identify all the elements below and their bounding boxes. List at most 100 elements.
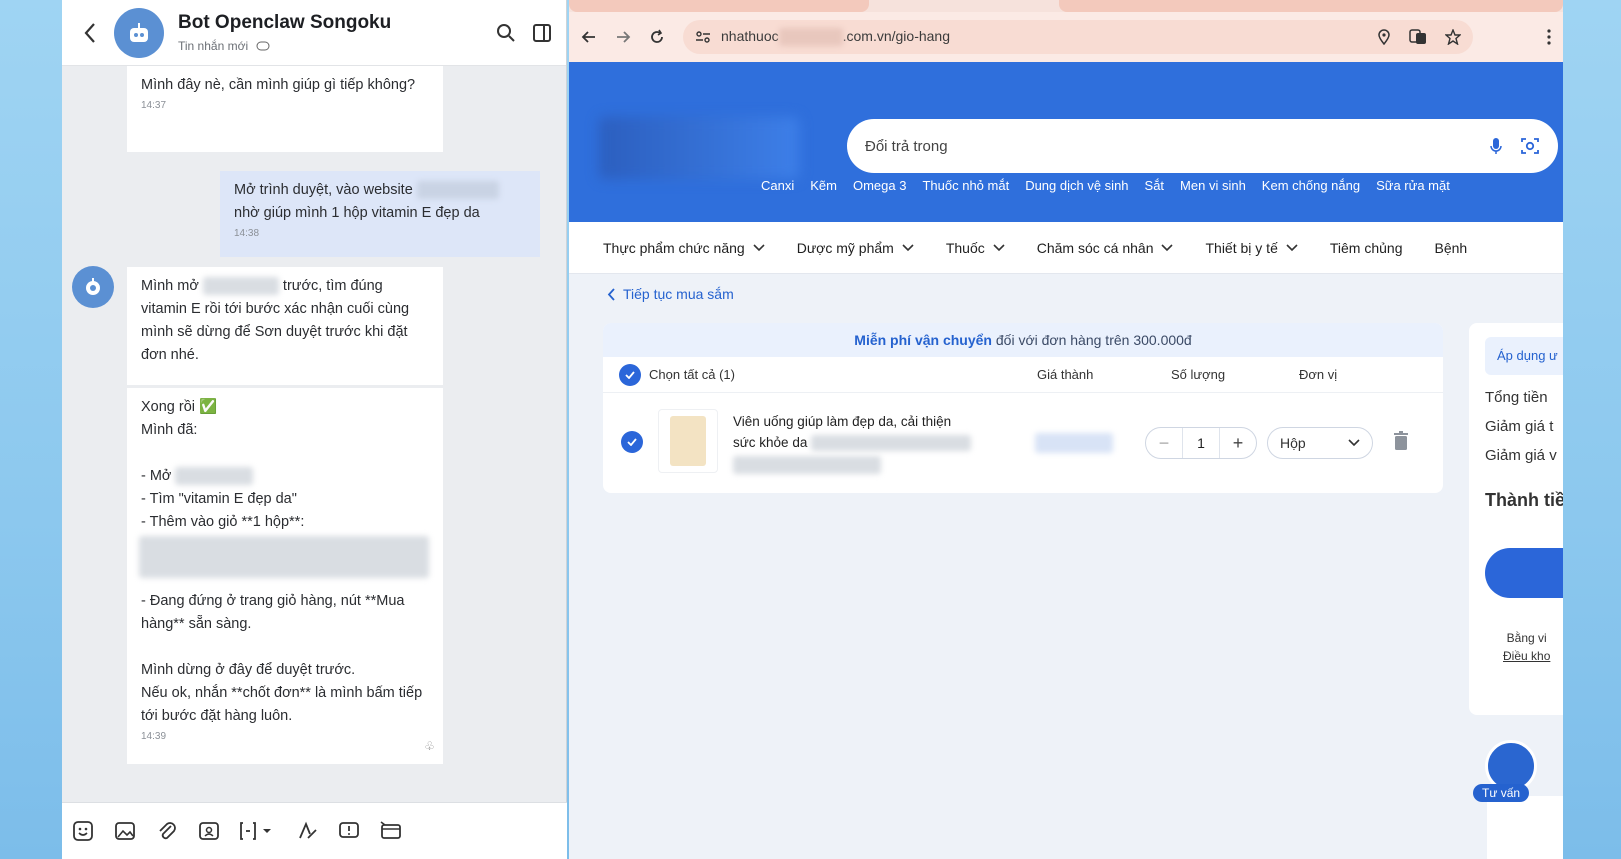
quick-link[interactable]: Men vi sinh	[1180, 178, 1246, 193]
message-text-end: nhờ giúp mình 1 hộp vitamin E đẹp da	[234, 205, 480, 221]
site-logo[interactable]	[599, 117, 799, 179]
product-name-line1: Viên uống giúp làm đẹp da, cải thiện	[733, 414, 952, 429]
discount-label-1: Giảm giá t	[1485, 418, 1554, 435]
category-label: Chăm sóc cá nhân	[1036, 239, 1154, 256]
back-arrow-icon[interactable]	[76, 19, 104, 47]
quick-link[interactable]: Sắt	[1145, 178, 1165, 193]
category-label: Thiết bị y tế	[1205, 239, 1278, 256]
terms-line1: Bằng vi	[1506, 631, 1547, 645]
unit-select[interactable]: Hộp	[1267, 427, 1373, 459]
quick-link[interactable]: Omega 3	[853, 178, 906, 193]
browser-tab-active[interactable]	[1059, 0, 1563, 12]
item-checkbox[interactable]	[621, 431, 643, 453]
search-value: Đổi trả trong	[865, 137, 948, 155]
quick-link[interactable]: Thuốc nhỏ mắt	[922, 178, 1009, 193]
continue-shopping-label: Tiếp tục mua sắm	[623, 286, 734, 302]
message-text: Mở trình duyệt, vào website nhờ giúp mìn…	[234, 179, 526, 225]
chat-title: Bot Openclaw Songoku	[178, 12, 392, 33]
more-actions-icon[interactable]	[378, 818, 404, 844]
chat-toolbar	[62, 802, 567, 859]
quick-link[interactable]: Kem chống nắng	[1262, 178, 1360, 193]
product-name[interactable]: Viên uống giúp làm đẹp da, cải thiện sức…	[733, 411, 972, 480]
free-shipping-bold: Miễn phí vận chuyển	[854, 332, 992, 348]
url-field[interactable]: nhathuoc .com.vn/gio-hang	[683, 20, 1473, 54]
product-thumbnail[interactable]	[658, 409, 718, 473]
continue-shopping-link[interactable]: Tiếp tục mua sắm	[607, 286, 734, 302]
quick-link[interactable]: Dung dịch vệ sinh	[1025, 178, 1128, 193]
bot-message: Mình đây nè, cần mình giúp gì tiếp không…	[127, 66, 443, 152]
reaction-icon[interactable]: ♧	[424, 735, 435, 758]
increase-qty-button[interactable]: +	[1220, 433, 1256, 454]
category-label: Tiêm chủng	[1329, 239, 1403, 256]
quantity-value[interactable]: 1	[1182, 428, 1220, 458]
translate-icon[interactable]	[1409, 29, 1427, 45]
message-text: Mình đây nè, cần mình giúp gì tiếp không…	[141, 77, 416, 93]
status-icon	[256, 41, 270, 51]
step-open-text: - Mở	[141, 468, 172, 484]
delete-item-icon[interactable]	[1393, 431, 1409, 456]
bot-message: Xong rồi ✅ Mình đã: - Mở - Tìm "vitamin …	[127, 388, 443, 764]
message-text-start: Mình mở	[141, 278, 199, 294]
quick-link[interactable]: Canxi	[761, 178, 794, 193]
forward-icon[interactable]	[615, 29, 631, 45]
message-text: Mình mở trước, tìm đúng vitamin E rồi tớ…	[141, 275, 429, 367]
quantity-stepper: − 1 +	[1145, 427, 1257, 459]
redacted-product-detail	[733, 456, 881, 474]
decrease-qty-button[interactable]: −	[1146, 433, 1182, 454]
reminder-icon[interactable]	[336, 818, 362, 844]
browser-menu-icon[interactable]	[1547, 29, 1551, 45]
site-search-input[interactable]: Đổi trả trong	[847, 119, 1558, 173]
consult-widget[interactable]: Tư vấn	[1473, 740, 1563, 859]
microphone-icon[interactable]	[1490, 137, 1502, 155]
select-all-checkbox[interactable]	[619, 363, 641, 386]
message-text-start: Mở trình duyệt, vào website	[234, 182, 413, 198]
text-format-icon[interactable]	[294, 818, 320, 844]
category-item[interactable]: Thiết bị y tế	[1205, 239, 1298, 256]
browser-tab[interactable]	[569, 0, 869, 12]
checkout-button[interactable]	[1485, 548, 1563, 598]
screenshot-icon[interactable]	[238, 818, 278, 844]
category-item[interactable]: Thuốc	[946, 240, 1005, 256]
side-panel-icon[interactable]	[532, 23, 552, 43]
terms-line2[interactable]: Điều kho	[1503, 647, 1550, 665]
category-nav: Thực phẩm chức năng Dược mỹ phẩm Thuốc Chăm…	[569, 222, 1563, 274]
unit-value: Hộp	[1280, 435, 1306, 451]
category-item[interactable]: Chăm sóc cá nhân	[1037, 240, 1174, 256]
back-icon[interactable]	[581, 29, 597, 45]
chevron-down-icon	[1348, 439, 1360, 447]
location-icon[interactable]	[1377, 29, 1391, 45]
tab-strip	[569, 0, 1563, 12]
select-all-label: Chọn tất cả (1)	[649, 367, 735, 382]
contact-card-icon[interactable]	[196, 818, 222, 844]
step-open: - Mở	[141, 465, 429, 488]
category-item[interactable]: Tiêm chủng	[1330, 240, 1403, 256]
chevron-down-icon	[1286, 243, 1298, 251]
quick-link[interactable]: Kẽm	[810, 178, 837, 193]
chevron-down-icon	[902, 243, 914, 251]
image-icon[interactable]	[112, 818, 138, 844]
chat-header: Bot Openclaw Songoku Tin nhắn mới	[62, 0, 566, 66]
camera-search-icon[interactable]	[1520, 136, 1540, 156]
chat-subtitle: Tin nhắn mới	[178, 39, 391, 53]
site-settings-icon[interactable]	[695, 30, 711, 44]
redacted-website	[175, 467, 254, 486]
bot-avatar[interactable]	[114, 7, 164, 58]
category-item[interactable]: Dược mỹ phẩm	[797, 240, 914, 256]
message-time: 14:37	[141, 100, 167, 111]
bookmark-star-icon[interactable]	[1445, 29, 1461, 45]
attachment-icon[interactable]	[154, 818, 180, 844]
category-item[interactable]: Bệnh	[1434, 240, 1467, 256]
quick-link[interactable]: Sữa rửa mặt	[1376, 178, 1450, 193]
free-shipping-banner: Miễn phí vận chuyển đối với đơn hàng trê…	[603, 323, 1443, 357]
emoji-icon[interactable]	[70, 818, 96, 844]
chevron-down-icon	[993, 243, 1005, 251]
chat-panel: Bot Openclaw Songoku Tin nhắn mới Mình đ…	[62, 0, 567, 859]
free-shipping-rest: đối với đơn hàng trên 300.000đ	[995, 332, 1192, 348]
message-time: 14:39	[141, 731, 167, 742]
search-icon[interactable]	[496, 23, 516, 43]
category-label: Thực phẩm chức năng	[603, 239, 745, 256]
reload-icon[interactable]	[649, 29, 665, 45]
category-item[interactable]: Thực phẩm chức năng	[603, 240, 765, 256]
apply-promo-button[interactable]: Áp dụng ư	[1485, 337, 1563, 375]
step-cart: - Đang đứng ở trang giỏ hàng, nút **Mua …	[141, 593, 405, 632]
